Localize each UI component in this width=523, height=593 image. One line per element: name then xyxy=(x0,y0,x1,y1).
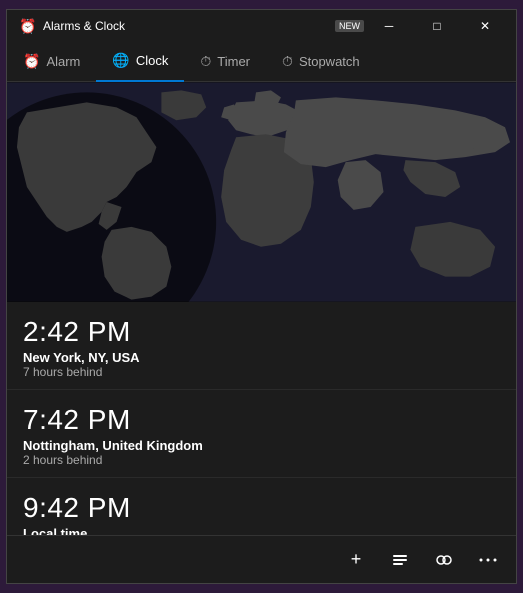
titlebar-badge: NEW xyxy=(335,20,364,32)
minimize-button[interactable]: ─ xyxy=(366,10,412,42)
clock-list: 2:42 PM New York, NY, USA 7 hours behind… xyxy=(7,302,516,535)
clock-city-nottingham: Nottingham, United Kingdom xyxy=(23,438,500,453)
alarm-icon: ⏰ xyxy=(23,53,40,70)
tab-clock-label: Clock xyxy=(136,53,169,68)
tab-alarm-label: Alarm xyxy=(46,54,80,69)
more-button[interactable] xyxy=(468,542,508,578)
tab-stopwatch[interactable]: ⏱ Stopwatch xyxy=(266,42,376,82)
tab-timer-label: Timer xyxy=(217,54,250,69)
clock-time-newyork: 2:42 PM xyxy=(23,316,500,348)
clock-icon: 🌐 xyxy=(112,52,129,69)
list-item: 9:42 PM Local time Thursday, June 4, 202… xyxy=(7,478,516,535)
add-clock-button[interactable]: + xyxy=(336,542,376,578)
world-map-container xyxy=(7,82,516,302)
list-item: 7:42 PM Nottingham, United Kingdom 2 hou… xyxy=(7,390,516,478)
tab-alarm[interactable]: ⏰ Alarm xyxy=(7,42,96,82)
more-icon xyxy=(479,558,497,562)
titlebar-left: ⏰ Alarms & Clock xyxy=(19,18,125,34)
list-item: 2:42 PM New York, NY, USA 7 hours behind xyxy=(7,302,516,390)
titlebar: ⏰ Alarms & Clock NEW ─ □ ✕ xyxy=(7,10,516,42)
titlebar-controls: NEW ─ □ ✕ xyxy=(335,10,508,42)
clock-city-newyork: New York, NY, USA xyxy=(23,350,500,365)
timer-icon: ⏱ xyxy=(200,53,211,70)
close-button[interactable]: ✕ xyxy=(462,10,508,42)
stopwatch-icon: ⏱ xyxy=(282,53,293,70)
tab-bar: ⏰ Alarm 🌐 Clock ⏱ Timer ⏱ Stopwatch xyxy=(7,42,516,82)
clock-city-local: Local time xyxy=(23,526,500,535)
clock-offset-newyork: 7 hours behind xyxy=(23,365,500,379)
footer-toolbar: + xyxy=(7,535,516,583)
edit-button[interactable] xyxy=(380,542,420,578)
app-icon: ⏰ xyxy=(19,18,35,34)
tab-stopwatch-label: Stopwatch xyxy=(299,54,360,69)
clock-offset-nottingham: 2 hours behind xyxy=(23,453,500,467)
list-edit-icon xyxy=(391,551,409,569)
clock-time-local: 9:42 PM xyxy=(23,492,500,524)
compare-icon xyxy=(435,551,453,569)
compare-button[interactable] xyxy=(424,542,464,578)
tab-clock[interactable]: 🌐 Clock xyxy=(96,42,184,82)
clock-time-nottingham: 7:42 PM xyxy=(23,404,500,436)
maximize-button[interactable]: □ xyxy=(414,10,460,42)
tab-timer[interactable]: ⏱ Timer xyxy=(184,42,266,82)
app-window: ⏰ Alarms & Clock NEW ─ □ ✕ ⏰ Alarm 🌐 Clo… xyxy=(6,9,517,584)
app-title: Alarms & Clock xyxy=(43,19,125,33)
